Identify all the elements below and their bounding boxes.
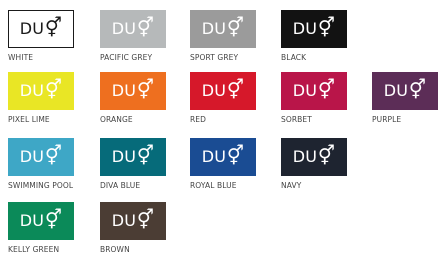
gender-symbol-icon: ⚥: [44, 16, 63, 39]
logo-text: DU: [19, 211, 45, 230]
color-tile[interactable]: DU ⚥: [100, 202, 166, 240]
brand-logo: DU ⚥: [201, 16, 245, 39]
brand-logo: DU ⚥: [383, 78, 427, 101]
swatch-royal-blue[interactable]: DU ⚥ ROYAL BLUE: [190, 138, 280, 198]
brand-logo: DU ⚥: [111, 78, 155, 101]
logo-text: DU: [111, 211, 137, 230]
gender-symbol-icon: ⚥: [136, 144, 155, 167]
gender-symbol-icon: ⚥: [44, 144, 63, 167]
gender-symbol-icon: ⚥: [226, 144, 245, 167]
gender-symbol-icon: ⚥: [226, 78, 245, 101]
brand-logo: DU ⚥: [111, 144, 155, 167]
gender-symbol-icon: ⚥: [317, 16, 336, 39]
color-tile[interactable]: DU ⚥: [8, 10, 74, 48]
brand-logo: DU ⚥: [19, 208, 63, 231]
brand-logo: DU ⚥: [111, 16, 155, 39]
color-tile[interactable]: DU ⚥: [281, 10, 347, 48]
swatch-kelly-green[interactable]: DU ⚥ KELLY GREEN: [8, 202, 98, 262]
logo-text: DU: [292, 81, 318, 100]
logo-text: DU: [292, 19, 318, 38]
color-tile[interactable]: DU ⚥: [100, 138, 166, 176]
brand-logo: DU ⚥: [19, 78, 63, 101]
swatch-label: SWIMMING POOL: [8, 181, 74, 190]
swatch-brown[interactable]: DU ⚥ BROWN: [100, 202, 190, 262]
swatch-red[interactable]: DU ⚥ RED: [190, 72, 280, 132]
swatch-label: PIXEL LIME: [8, 115, 50, 124]
brand-logo: DU ⚥: [292, 16, 336, 39]
swatch-label: WHITE: [8, 53, 34, 62]
swatch-orange[interactable]: DU ⚥ ORANGE: [100, 72, 190, 132]
swatch-label: SORBET: [281, 115, 312, 124]
gender-symbol-icon: ⚥: [317, 144, 336, 167]
swatch-pacific-grey[interactable]: DU ⚥ PACIFIC GREY: [100, 10, 190, 70]
color-tile[interactable]: DU ⚥: [281, 72, 347, 110]
gender-symbol-icon: ⚥: [44, 208, 63, 231]
brand-logo: DU ⚥: [201, 78, 245, 101]
color-tile[interactable]: DU ⚥: [100, 10, 166, 48]
color-swatch-grid: DU ⚥ WHITE DU ⚥ PACIFIC GREY DU ⚥ SPORT GREY DU ⚥ B…: [0, 0, 438, 253]
color-tile[interactable]: DU ⚥: [281, 138, 347, 176]
color-tile[interactable]: DU ⚥: [8, 202, 74, 240]
swatch-sport-grey[interactable]: DU ⚥ SPORT GREY: [190, 10, 280, 70]
logo-text: DU: [292, 147, 318, 166]
gender-symbol-icon: ⚥: [44, 78, 63, 101]
gender-symbol-icon: ⚥: [226, 16, 245, 39]
color-tile[interactable]: DU ⚥: [190, 138, 256, 176]
swatch-label: BROWN: [100, 245, 130, 254]
swatch-diva-blue[interactable]: DU ⚥ DIVA BLUE: [100, 138, 190, 198]
gender-symbol-icon: ⚥: [408, 78, 427, 101]
swatch-label: PACIFIC GREY: [100, 53, 153, 62]
swatch-white[interactable]: DU ⚥ WHITE: [8, 10, 98, 70]
brand-logo: DU ⚥: [111, 208, 155, 231]
color-tile[interactable]: DU ⚥: [8, 138, 74, 176]
swatch-label: ROYAL BLUE: [190, 181, 237, 190]
color-tile[interactable]: DU ⚥: [190, 72, 256, 110]
swatch-swimming-pool[interactable]: DU ⚥ SWIMMING POOL: [8, 138, 98, 198]
swatch-black[interactable]: DU ⚥ BLACK: [281, 10, 371, 70]
brand-logo: DU ⚥: [292, 78, 336, 101]
swatch-navy[interactable]: DU ⚥ NAVY: [281, 138, 371, 198]
color-tile[interactable]: DU ⚥: [372, 72, 438, 110]
swatch-label: RED: [190, 115, 207, 124]
logo-text: DU: [201, 81, 227, 100]
logo-text: DU: [19, 19, 45, 38]
swatch-label: NAVY: [281, 181, 302, 190]
brand-logo: DU ⚥: [201, 144, 245, 167]
color-tile[interactable]: DU ⚥: [100, 72, 166, 110]
swatch-label: PURPLE: [372, 115, 402, 124]
color-tile[interactable]: DU ⚥: [8, 72, 74, 110]
swatch-pixel-lime[interactable]: DU ⚥ PIXEL LIME: [8, 72, 98, 132]
logo-text: DU: [201, 147, 227, 166]
color-tile[interactable]: DU ⚥: [190, 10, 256, 48]
swatch-sorbet[interactable]: DU ⚥ SORBET: [281, 72, 371, 132]
brand-logo: DU ⚥: [19, 144, 63, 167]
brand-logo: DU ⚥: [19, 16, 63, 39]
logo-text: DU: [111, 147, 137, 166]
logo-text: DU: [111, 81, 137, 100]
swatch-label: BLACK: [281, 53, 307, 62]
gender-symbol-icon: ⚥: [136, 16, 155, 39]
swatch-label: DIVA BLUE: [100, 181, 141, 190]
logo-text: DU: [201, 19, 227, 38]
gender-symbol-icon: ⚥: [317, 78, 336, 101]
swatch-label: ORANGE: [100, 115, 133, 124]
swatch-label: SPORT GREY: [190, 53, 239, 62]
gender-symbol-icon: ⚥: [136, 78, 155, 101]
gender-symbol-icon: ⚥: [136, 208, 155, 231]
logo-text: DU: [383, 81, 409, 100]
logo-text: DU: [19, 147, 45, 166]
swatch-purple[interactable]: DU ⚥ PURPLE: [372, 72, 438, 132]
brand-logo: DU ⚥: [292, 144, 336, 167]
logo-text: DU: [111, 19, 137, 38]
swatch-label: KELLY GREEN: [8, 245, 60, 254]
logo-text: DU: [19, 81, 45, 100]
